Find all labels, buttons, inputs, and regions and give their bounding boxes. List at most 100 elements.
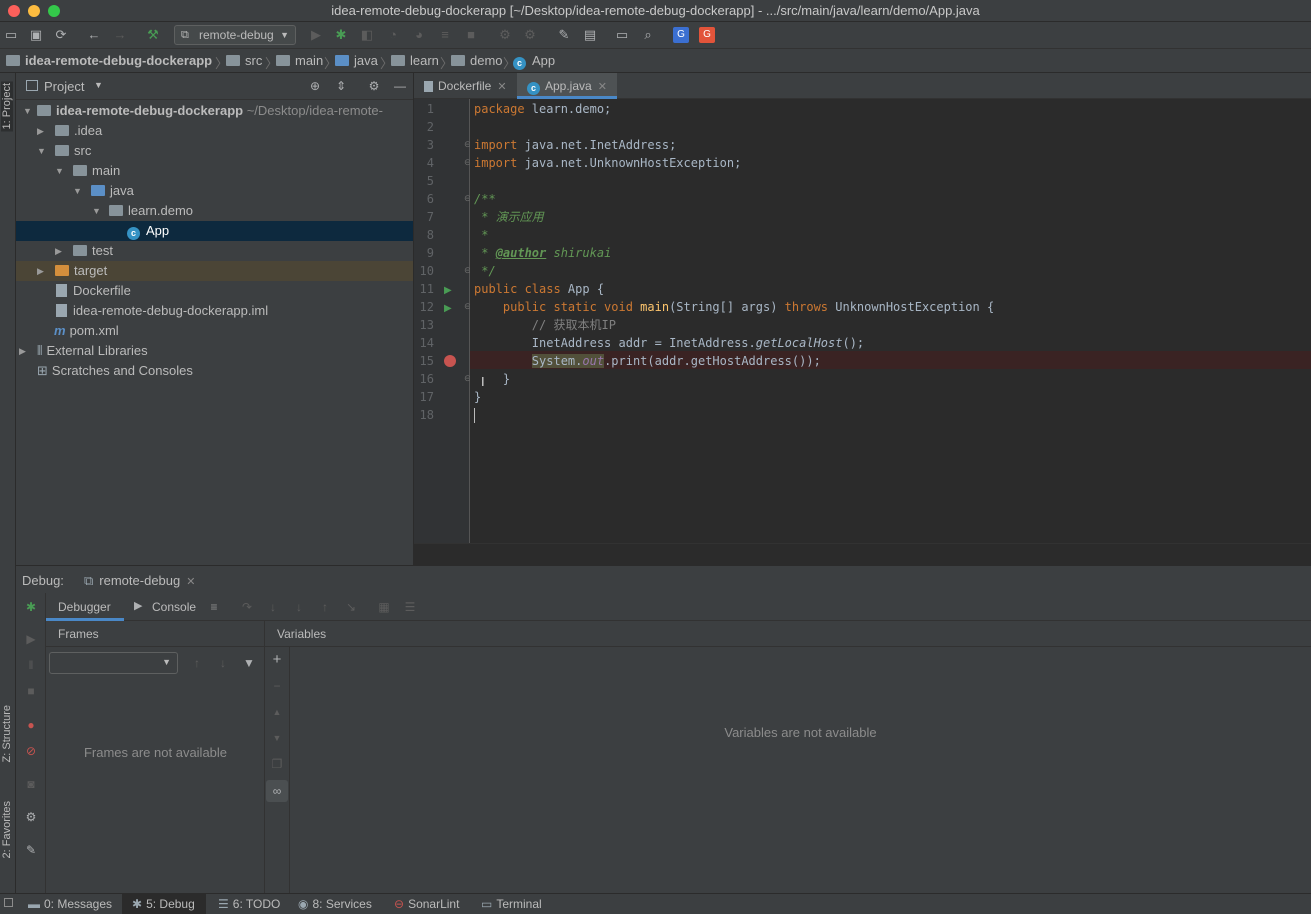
step-into-icon[interactable]: ↓ bbox=[265, 599, 281, 615]
debug-session-tab[interactable]: ⧉ remote-debug ✕ bbox=[84, 573, 195, 589]
sync-icon[interactable]: ⟳ bbox=[53, 27, 69, 43]
collapsed-arrow-icon[interactable]: ▶ bbox=[37, 121, 44, 141]
move-up-icon[interactable]: ▲ bbox=[269, 704, 285, 720]
open-folder-icon[interactable]: ▭ bbox=[3, 27, 19, 43]
breadcrumb-main[interactable]: main bbox=[276, 53, 323, 68]
thread-select[interactable]: ▼ bbox=[49, 652, 178, 674]
breadcrumb-demo[interactable]: demo bbox=[451, 53, 503, 68]
expanded-arrow-icon[interactable]: ▼ bbox=[92, 201, 101, 221]
run-gutter-icon[interactable]: ▶ bbox=[444, 303, 452, 314]
tree-node-dockerfile[interactable]: Dockerfile bbox=[16, 281, 413, 301]
expanded-arrow-icon[interactable]: ▼ bbox=[23, 101, 32, 121]
hide-panel-icon[interactable]: — bbox=[392, 78, 408, 94]
arrow-up-icon[interactable]: ↑ bbox=[189, 655, 205, 671]
trace-icon[interactable]: ☰ bbox=[402, 599, 418, 615]
step-out-icon[interactable]: ↑ bbox=[317, 599, 333, 615]
tree-node-test[interactable]: ▶ test bbox=[16, 241, 413, 261]
back-icon[interactable]: ← bbox=[86, 27, 102, 43]
favorites-tool-tab[interactable]: 2: Favorites bbox=[1, 801, 13, 858]
services-tool-button[interactable]: ◉ 8: Services bbox=[298, 897, 372, 911]
breadcrumb-src[interactable]: src bbox=[226, 53, 262, 68]
debug-tool-button[interactable]: ✱ 5: Debug bbox=[132, 897, 195, 911]
breadcrumb-app[interactable]: c App bbox=[513, 53, 555, 70]
breakpoint-icon[interactable] bbox=[444, 355, 456, 367]
tree-node-learn-demo[interactable]: ▼ learn.demo bbox=[16, 201, 413, 221]
expanded-arrow-icon[interactable]: ▼ bbox=[37, 141, 46, 161]
terminal-tool-button[interactable]: ▭ Terminal bbox=[481, 897, 542, 911]
tab-console[interactable]: ▶ Console bbox=[134, 593, 204, 621]
add-watch-icon[interactable]: + bbox=[269, 652, 285, 668]
evaluate-expression-icon[interactable]: ▦ bbox=[376, 599, 392, 615]
tab-dockerfile[interactable]: Dockerfile ✕ bbox=[414, 73, 516, 99]
run-icon[interactable]: ▶ bbox=[308, 27, 324, 43]
toggle-tool-windows-icon[interactable] bbox=[4, 898, 13, 907]
chevron-down-icon[interactable]: ▼ bbox=[94, 80, 103, 90]
debug-bug-icon[interactable]: ✱ bbox=[23, 599, 39, 615]
locate-target-icon[interactable]: ⊕ bbox=[307, 78, 323, 94]
tree-node-external-libraries[interactable]: ▶ ⫴ External Libraries bbox=[16, 341, 413, 361]
remove-watch-icon[interactable]: − bbox=[269, 678, 285, 694]
deploy-icon[interactable]: ⚙ bbox=[522, 27, 538, 43]
translate-icon[interactable]: G bbox=[673, 27, 689, 43]
search-icon[interactable]: ⌕ bbox=[640, 27, 656, 43]
editor-gutter[interactable]: 1 2 3 4 5 6 7 8 9 10 11 12 13 14 15 16 1… bbox=[414, 99, 472, 543]
show-execution-point-icon[interactable]: ≡ bbox=[206, 599, 222, 615]
close-icon[interactable]: ✕ bbox=[598, 81, 607, 93]
save-icon[interactable]: ▣ bbox=[28, 27, 44, 43]
tree-node-project-root[interactable]: ▼ idea-remote-debug-dockerapp ~/Desktop/… bbox=[16, 101, 413, 121]
close-icon[interactable]: ✕ bbox=[497, 81, 506, 93]
expanded-arrow-icon[interactable]: ▼ bbox=[73, 181, 82, 201]
breadcrumb-learn[interactable]: learn bbox=[391, 53, 439, 68]
build-project-icon[interactable]: ≡ bbox=[437, 27, 453, 43]
sonarlint-tool-button[interactable]: ⊖ SonarLint bbox=[394, 897, 459, 911]
stop-icon[interactable]: ■ bbox=[463, 27, 479, 43]
tree-node-pom[interactable]: m pom.xml bbox=[16, 321, 413, 341]
messages-tool-button[interactable]: ▬ 0: Messages bbox=[28, 897, 112, 911]
run-configuration-select[interactable]: ⧉ remote-debug ▼ bbox=[174, 25, 296, 45]
build-hammer-icon[interactable]: ⚒ bbox=[145, 27, 161, 43]
tree-node-src[interactable]: ▼ src bbox=[16, 141, 413, 161]
debug-bug-icon[interactable]: ✱ bbox=[333, 27, 349, 43]
pause-icon[interactable]: ‖ bbox=[23, 657, 39, 673]
step-over-icon[interactable]: ↷ bbox=[239, 599, 255, 615]
gear-icon[interactable]: ⚙ bbox=[23, 809, 39, 825]
project-structure-icon[interactable]: ▤ bbox=[582, 27, 598, 43]
coverage-icon[interactable]: ◧ bbox=[359, 27, 375, 43]
gear-icon[interactable]: ⚙ bbox=[366, 78, 382, 94]
terminal-icon[interactable]: ▭ bbox=[614, 27, 630, 43]
collapsed-arrow-icon[interactable]: ▶ bbox=[19, 341, 26, 361]
collapsed-arrow-icon[interactable]: ▶ bbox=[55, 241, 62, 261]
project-tool-tab[interactable]: 1: Project bbox=[1, 81, 13, 132]
tree-node-scratches[interactable]: ⊞ Scratches and Consoles bbox=[16, 361, 413, 381]
collapsed-arrow-icon[interactable]: ▶ bbox=[37, 261, 44, 281]
arrow-down-icon[interactable]: ↓ bbox=[215, 655, 231, 671]
run-to-cursor-icon[interactable]: ↘ bbox=[343, 599, 359, 615]
project-view-title[interactable]: Project bbox=[44, 79, 84, 94]
forward-icon[interactable]: → bbox=[112, 27, 128, 43]
tab-debugger[interactable]: Debugger bbox=[46, 593, 124, 621]
todo-tool-button[interactable]: ☰ 6: TODO bbox=[218, 897, 280, 911]
breadcrumb-java[interactable]: java bbox=[335, 53, 378, 68]
pin-icon[interactable]: ✎ bbox=[23, 842, 39, 858]
structure-tool-tab[interactable]: Z: Structure bbox=[1, 705, 13, 762]
close-icon[interactable]: ✕ bbox=[186, 576, 195, 588]
tree-node-idea[interactable]: ▶ .idea bbox=[16, 121, 413, 141]
concurrency-icon[interactable]: ◕ bbox=[411, 27, 427, 43]
glasses-icon[interactable]: ∞ bbox=[266, 780, 288, 802]
filter-icon[interactable]: ▼ bbox=[241, 655, 257, 671]
stop-icon[interactable]: ■ bbox=[23, 683, 39, 699]
view-breakpoints-icon[interactable]: ● bbox=[23, 717, 39, 733]
translate-alt-icon[interactable]: G bbox=[699, 27, 715, 43]
run-gutter-icon[interactable]: ▶ bbox=[444, 285, 452, 296]
wrench-icon[interactable]: ✎ bbox=[556, 27, 572, 43]
mute-breakpoints-icon[interactable]: ⊘ bbox=[23, 743, 39, 759]
copy-icon[interactable]: ❐ bbox=[269, 756, 285, 772]
tree-node-app[interactable]: c App bbox=[16, 221, 413, 241]
tree-node-main[interactable]: ▼ main bbox=[16, 161, 413, 181]
breadcrumb-project[interactable]: idea-remote-debug-dockerapp bbox=[6, 53, 212, 68]
expanded-arrow-icon[interactable]: ▼ bbox=[55, 161, 64, 181]
tab-app-java[interactable]: c App.java ✕ bbox=[517, 73, 617, 99]
tree-node-target[interactable]: ▶ target bbox=[16, 261, 413, 281]
profile-icon[interactable]: ◔ bbox=[385, 27, 401, 43]
code-editor[interactable]: package learn.demo; import java.net.Inet… bbox=[470, 99, 1311, 543]
